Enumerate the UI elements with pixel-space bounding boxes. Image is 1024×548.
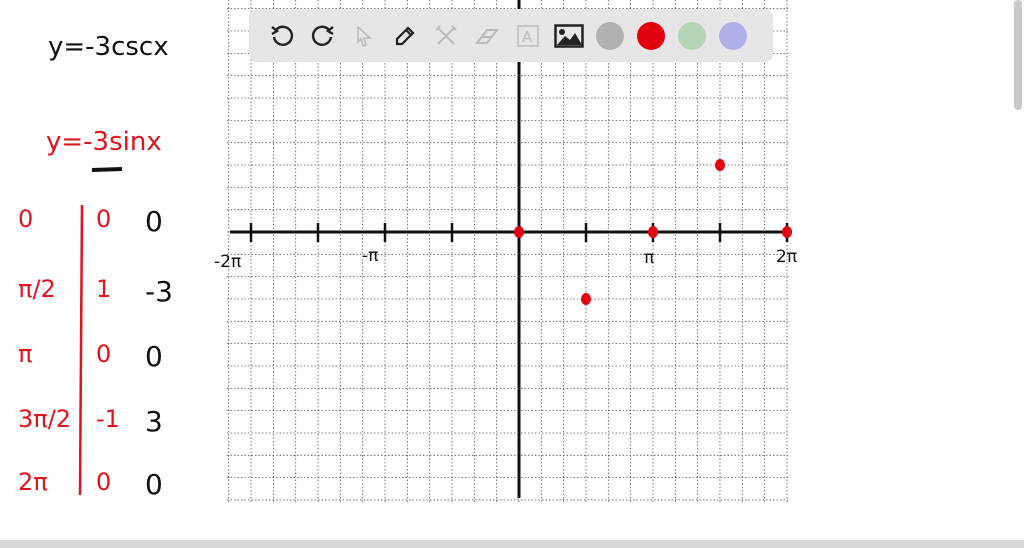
plot-point <box>782 226 793 238</box>
text-icon: A <box>516 24 539 47</box>
table-cell-sin: -1 <box>96 405 120 433</box>
equation-csc: y=-3cscx <box>48 32 169 62</box>
table-cell-y: 0 <box>145 205 163 238</box>
redo-button[interactable] <box>302 15 343 56</box>
table-cell-x: 0 <box>18 205 34 233</box>
undo-icon <box>270 25 293 46</box>
table-cell-sin: 0 <box>96 468 112 496</box>
underline-mark <box>91 167 123 172</box>
table-cell-x: 2π <box>18 468 48 496</box>
table-cell-y: -3 <box>145 275 173 308</box>
plot-point <box>648 226 659 238</box>
tick-label-neg-2pi: -2π <box>214 252 241 272</box>
equation-sin: y=-3sinx <box>46 127 162 157</box>
table-cell-sin: 1 <box>96 275 112 303</box>
color-gray[interactable] <box>589 15 630 56</box>
table-cell-sin: 0 <box>96 340 112 368</box>
tools-icon <box>434 24 457 45</box>
vertical-scrollbar[interactable] <box>1014 0 1022 110</box>
color-swatch-blue <box>718 21 747 50</box>
table-cell-x: 3π/2 <box>18 405 72 433</box>
text-button[interactable]: A <box>507 15 548 56</box>
color-swatch-gray <box>595 21 624 50</box>
toolbar: A <box>249 9 773 62</box>
pen-button[interactable] <box>384 15 425 56</box>
pen-icon <box>395 25 415 45</box>
plot-point <box>581 292 592 305</box>
table-cell-y: 0 <box>145 340 163 373</box>
graph-canvas[interactable]: -2π -π π 2π <box>0 0 1024 548</box>
undo-button[interactable] <box>261 15 302 56</box>
redo-icon <box>311 25 334 46</box>
table-cell-x: π/2 <box>18 275 56 303</box>
color-green[interactable] <box>671 15 712 56</box>
horizontal-scrollbar[interactable] <box>0 540 1024 548</box>
eraser-icon <box>474 28 499 44</box>
grid <box>227 0 788 502</box>
color-swatch-green <box>677 21 706 50</box>
tools-button[interactable] <box>425 15 466 56</box>
plot-point <box>514 226 524 238</box>
svg-text:A: A <box>522 28 533 46</box>
table-cell-sin: 0 <box>96 205 112 233</box>
select-button[interactable] <box>343 15 384 56</box>
color-swatch-red <box>636 21 665 50</box>
color-red[interactable] <box>630 15 671 56</box>
tick-label-neg-pi: -π <box>362 246 378 266</box>
table-cell-y: 0 <box>145 468 163 501</box>
table-cell-x: π <box>18 340 33 368</box>
eraser-button[interactable] <box>466 15 507 56</box>
tick-label-2pi: 2π <box>776 247 797 267</box>
table-divider <box>78 204 84 496</box>
image-icon <box>553 23 584 48</box>
color-blue[interactable] <box>712 15 753 56</box>
image-button[interactable] <box>548 15 589 56</box>
tick-label-pi: π <box>644 248 654 268</box>
table-cell-y: 3 <box>145 405 163 438</box>
plot-point <box>715 159 726 172</box>
select-icon <box>356 24 372 47</box>
